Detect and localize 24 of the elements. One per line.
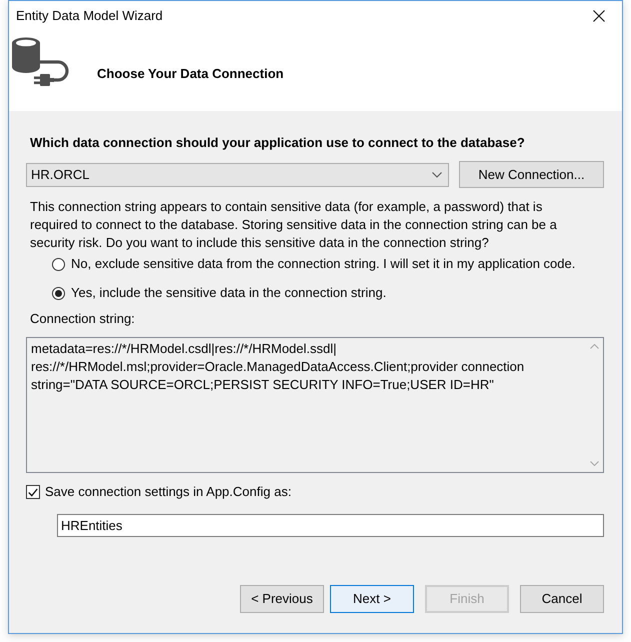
previous-button[interactable]: < Previous	[240, 585, 324, 613]
field-label: Connection string:	[30, 311, 135, 327]
entity-name-field[interactable]: HREntities	[57, 514, 604, 537]
radio-button[interactable]	[52, 286, 65, 300]
close-button[interactable]	[592, 9, 606, 23]
radio-button[interactable]	[52, 258, 65, 270]
option-label[interactable]: Yes, include the sensitive data in the connection string.	[71, 284, 386, 302]
next-button[interactable]: Next >	[330, 585, 414, 613]
checkbox-label[interactable]: Save connection settings in App.Config as:	[45, 484, 292, 500]
connection-string-field[interactable]: metadata=res://*/HRModel.csdl|res://*/HRModel.ssdl|res://*/HRModel.msl;provider=Oracle.ManagedDataAccess.Client;provider connection string="DATA SOURCE=ORCL;PERSIST SECURITY INFO=True;USER ID=HR"	[26, 337, 604, 473]
question-text: Which data connection should your application use to connect to the database?	[30, 135, 525, 151]
scroll-down-icon	[590, 461, 599, 466]
warning-text: This connection string appears to contain sensitive data (for example, a password) that is required to connect to the database. Storing sensitive data in the connection string can be a security risk. Do you want to include this sensitive data in the connection string?	[30, 198, 558, 252]
close-icon	[593, 10, 605, 22]
connection-dropdown[interactable]: HR.ORCL	[26, 162, 449, 186]
option-label[interactable]: No, exclude sensitive data from the connection string. I will set it in my application code.	[71, 255, 576, 273]
window-title: Entity Data Model Wizard	[16, 8, 163, 24]
chevron-down-icon	[432, 172, 442, 178]
new-connection-button[interactable]: New Connection...	[459, 161, 604, 188]
scroll-up-icon	[590, 344, 599, 349]
page-heading: Choose Your Data Connection	[97, 66, 284, 82]
cancel-button[interactable]: Cancel	[520, 585, 604, 613]
checkbox[interactable]	[26, 485, 40, 499]
checkmark-icon	[28, 488, 38, 496]
